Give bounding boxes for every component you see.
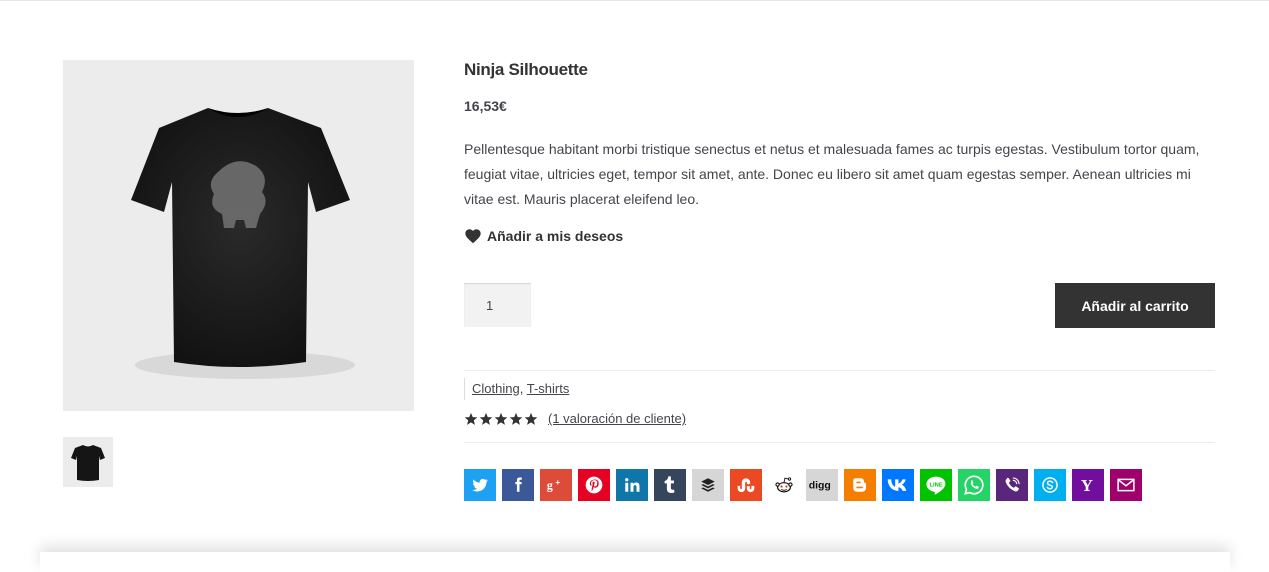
svg-text:digg: digg [809,480,831,492]
product-rating: (1 valoración de cliente) [464,411,686,426]
line-icon: LINE [926,476,946,495]
digg-share-button[interactable]: digg [806,469,838,501]
product-title: Ninja Silhouette [464,60,588,79]
pinterest-share-button[interactable] [578,469,610,501]
linkedin-icon [625,478,640,492]
tshirt-image [131,108,355,379]
stumbleupon-share-button[interactable] [730,469,762,501]
category-separator: , [519,381,524,396]
add-to-cart-button[interactable]: Añadir al carrito [1055,283,1215,328]
top-divider [0,0,1269,1]
twitter-icon [472,478,489,492]
star-icon [509,412,523,425]
social-share-bar: g + digg LINE Y [464,469,1142,501]
heart-icon [465,229,481,244]
google-plus-share-button[interactable]: g + [540,469,572,501]
linkedin-share-button[interactable] [616,469,648,501]
star-rating [464,412,538,426]
buffer-share-button[interactable] [692,469,724,501]
category-link-tshirts[interactable]: T-shirts [527,381,570,396]
pinterest-icon [585,476,603,494]
category-link-clothing[interactable]: Clothing [472,381,520,396]
blogger-icon [853,478,866,492]
meta-divider-bottom [464,442,1215,443]
line-share-button[interactable]: LINE [920,469,952,501]
skype-icon [1042,477,1058,493]
star-icon [479,412,493,425]
yahoo-share-button[interactable]: Y [1072,469,1104,501]
whatsapp-share-button[interactable] [958,469,990,501]
vk-icon [887,479,907,491]
reddit-share-button[interactable] [768,469,800,501]
product-description: Pellentesque habitant morbi tristique se… [464,141,1200,207]
svg-text:LINE: LINE [930,483,943,489]
meta-divider-top [464,370,1215,371]
email-icon [1117,478,1135,492]
buffer-icon [701,478,715,492]
svg-text:g: g [547,478,553,492]
whatsapp-icon [964,475,984,495]
reviews-link[interactable]: (1 valoración de cliente) [548,411,686,426]
digg-icon: digg [809,480,831,492]
vk-share-button[interactable] [882,469,914,501]
add-to-wishlist-link[interactable]: Añadir a mis deseos [464,228,623,244]
product-categories: Clothing, T-shirts [464,378,569,400]
star-icon [524,412,538,425]
google-plus-icon: g + [547,477,561,492]
star-icon [494,412,508,425]
facebook-icon [515,477,522,492]
wishlist-label: Añadir a mis deseos [487,228,624,244]
viber-icon [1005,477,1020,492]
svg-text:+: + [555,477,560,487]
stumbleupon-icon [737,478,755,493]
tumblr-icon [664,476,675,493]
facebook-share-button[interactable] [502,469,534,501]
product-image[interactable] [63,60,414,411]
email-share-button[interactable] [1110,469,1142,501]
yahoo-icon: Y [1081,476,1093,495]
tumblr-share-button[interactable] [654,469,686,501]
viber-share-button[interactable] [996,469,1028,501]
quantity-input[interactable] [464,283,531,327]
star-icon [464,412,478,425]
tshirt-thumbnail-image [71,445,105,481]
next-section-edge [40,552,1230,572]
skype-share-button[interactable] [1034,469,1066,501]
twitter-share-button[interactable] [464,469,496,501]
reddit-icon [775,477,793,493]
blogger-share-button[interactable] [844,469,876,501]
product-price: 16,53€ [464,98,507,114]
svg-text:Y: Y [1081,476,1093,495]
product-thumbnail[interactable] [63,437,113,487]
